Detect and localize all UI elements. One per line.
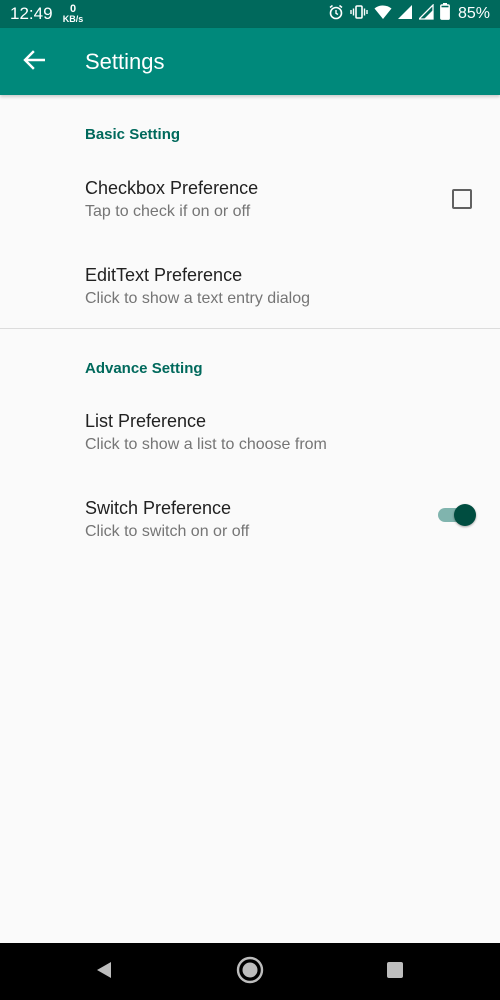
section-header-basic: Basic Setting	[85, 126, 181, 143]
nav-recents-button[interactable]	[380, 957, 410, 987]
nav-back-button[interactable]	[89, 957, 119, 987]
section-header-advance: Advance Setting	[85, 360, 203, 377]
section-divider	[0, 328, 500, 329]
battery-icon	[440, 3, 450, 25]
pref-summary: Click to show a text entry dialog	[85, 290, 310, 307]
checkbox-preference[interactable]: Checkbox Preference Tap to check if on o…	[0, 176, 500, 263]
navigation-bar	[0, 943, 500, 1000]
pref-title: Checkbox Preference	[85, 178, 259, 198]
network-speed-unit: KB/s	[62, 14, 84, 24]
battery-percent: 85%	[457, 5, 490, 22]
status-icons: 85%	[328, 2, 490, 25]
nav-home-button[interactable]	[235, 956, 265, 989]
home-circle-icon	[236, 956, 264, 989]
list-preference[interactable]: List Preference Click to show a list to …	[0, 409, 500, 496]
switch-thumb[interactable]	[454, 504, 476, 526]
switch-preference[interactable]: Switch Preference Click to switch on or …	[0, 496, 500, 583]
recents-square-icon	[386, 961, 404, 984]
pref-title: List Preference	[85, 411, 207, 431]
pref-title: EditText Preference	[85, 265, 243, 285]
pref-summary: Tap to check if on or off	[85, 203, 251, 220]
page-title: Settings	[85, 49, 165, 74]
wifi-icon	[374, 4, 392, 25]
preference-checkbox[interactable]	[452, 189, 472, 209]
network-speed: 0 KB/s	[62, 3, 84, 24]
pref-summary: Click to switch on or off	[85, 523, 250, 540]
edittext-preference[interactable]: EditText Preference Click to show a text…	[0, 263, 500, 350]
app-bar: Settings	[0, 28, 500, 95]
back-button[interactable]	[18, 46, 50, 78]
pref-summary: Click to show a list to choose from	[85, 436, 327, 453]
alarm-icon	[328, 4, 344, 25]
vibrate-icon	[350, 4, 368, 25]
signal-icon	[397, 4, 413, 25]
status-time: 12:49	[10, 4, 53, 23]
back-triangle-icon	[94, 960, 114, 985]
status-bar: 12:49 0 KB/s 85%	[0, 0, 500, 28]
arrow-back-icon	[23, 49, 46, 75]
signal-icon-2	[417, 2, 434, 25]
pref-title: Switch Preference	[85, 498, 232, 518]
